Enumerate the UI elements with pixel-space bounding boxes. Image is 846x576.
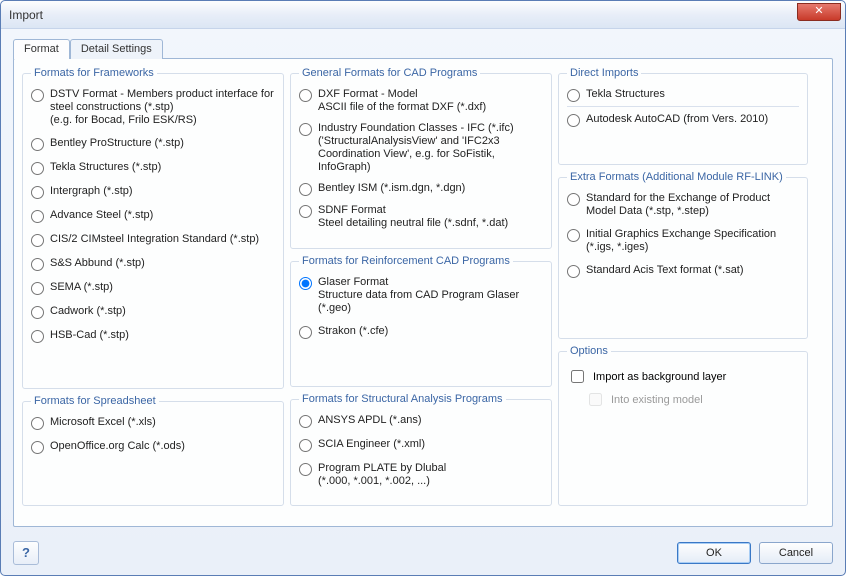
- radio-sat-input[interactable]: [567, 265, 580, 278]
- tabstrip: Format Detail Settings: [13, 39, 833, 59]
- import-dialog: Import ✕ Format Detail Settings Formats …: [0, 0, 846, 576]
- radio-strakon[interactable]: Strakon (*.cfe): [299, 325, 543, 339]
- radio-sat[interactable]: Standard Acis Text format (*.sat): [567, 264, 799, 278]
- radio-plate-input[interactable]: [299, 463, 312, 476]
- tab-format[interactable]: Format: [13, 39, 70, 59]
- radio-scia[interactable]: SCIA Engineer (*.xml): [299, 438, 543, 452]
- radio-bentley-ism-input[interactable]: [299, 183, 312, 196]
- group-structural-legend: Formats for Structural Analysis Programs: [299, 393, 506, 405]
- radio-cadwork-input[interactable]: [31, 306, 44, 319]
- radio-hsb-cad-input[interactable]: [31, 330, 44, 343]
- column-3: Direct Imports Tekla Structures Autodesk…: [558, 67, 808, 506]
- group-frameworks: Formats for Frameworks DSTV Format - Mem…: [22, 67, 284, 389]
- dialog-footer: ? OK Cancel: [1, 535, 845, 575]
- group-frameworks-legend: Formats for Frameworks: [31, 67, 157, 79]
- checkbox-background-layer-label: Import as background layer: [593, 371, 726, 383]
- radio-strakon-input[interactable]: [299, 326, 312, 339]
- help-icon: ?: [22, 545, 30, 560]
- group-extra-legend: Extra Formats (Additional Module RF-LINK…: [567, 171, 786, 183]
- help-button[interactable]: ?: [13, 541, 39, 565]
- radio-bentley-prostructure[interactable]: Bentley ProStructure (*.stp): [31, 137, 275, 151]
- radio-step[interactable]: Standard for the Exchange of Product Mod…: [567, 192, 799, 218]
- radio-cis2[interactable]: CIS/2 CIMsteel Integration Standard (*.s…: [31, 233, 275, 247]
- radio-glaser[interactable]: Glaser Format Structure data from CAD Pr…: [299, 276, 543, 315]
- radio-glaser-input[interactable]: [299, 277, 312, 290]
- radio-scia-input[interactable]: [299, 439, 312, 452]
- ok-button[interactable]: OK: [677, 542, 751, 564]
- divider: [567, 106, 799, 107]
- checkbox-background-layer[interactable]: Import as background layer: [567, 367, 799, 386]
- radio-tekla-direct-input[interactable]: [567, 89, 580, 102]
- column-2: General Formats for CAD Programs DXF For…: [290, 67, 552, 506]
- radio-excel-input[interactable]: [31, 417, 44, 430]
- group-direct-legend: Direct Imports: [567, 67, 641, 79]
- radio-cadwork[interactable]: Cadwork (*.stp): [31, 305, 275, 319]
- radio-iges[interactable]: Initial Graphics Exchange Specification …: [567, 228, 799, 254]
- group-direct: Direct Imports Tekla Structures Autodesk…: [558, 67, 808, 165]
- titlebar: Import ✕: [1, 1, 845, 29]
- radio-sdnf-label: SDNF Format Steel detailing neutral file…: [318, 204, 508, 230]
- radio-excel[interactable]: Microsoft Excel (*.xls): [31, 416, 275, 430]
- radio-glaser-label: Glaser Format Structure data from CAD Pr…: [318, 276, 543, 315]
- radio-ansys[interactable]: ANSYS APDL (*.ans): [299, 414, 543, 428]
- radio-ansys-input[interactable]: [299, 415, 312, 428]
- column-1: Formats for Frameworks DSTV Format - Mem…: [22, 67, 284, 506]
- window-title: Import: [9, 8, 43, 22]
- radio-dstv-label: DSTV Format - Members product interface …: [50, 88, 275, 127]
- radio-intergraph[interactable]: Intergraph (*.stp): [31, 185, 275, 199]
- radio-sdnf-input[interactable]: [299, 205, 312, 218]
- group-reinforcement-legend: Formats for Reinforcement CAD Programs: [299, 255, 513, 267]
- cancel-button[interactable]: Cancel: [759, 542, 833, 564]
- radio-openoffice-input[interactable]: [31, 441, 44, 454]
- radio-autocad[interactable]: Autodesk AutoCAD (from Vers. 2010): [567, 113, 799, 127]
- radio-ifc-input[interactable]: [299, 123, 312, 136]
- group-options-legend: Options: [567, 345, 611, 357]
- radio-hsb-cad[interactable]: HSB-Cad (*.stp): [31, 329, 275, 343]
- checkbox-into-existing-label: Into existing model: [611, 394, 703, 406]
- radio-sema-input[interactable]: [31, 282, 44, 295]
- group-spreadsheet: Formats for Spreadsheet Microsoft Excel …: [22, 395, 284, 506]
- radio-intergraph-input[interactable]: [31, 186, 44, 199]
- group-reinforcement: Formats for Reinforcement CAD Programs G…: [290, 255, 552, 387]
- radio-openoffice[interactable]: OpenOffice.org Calc (*.ods): [31, 440, 275, 454]
- dialog-body: Format Detail Settings Formats for Frame…: [1, 29, 845, 535]
- radio-plate-label: Program PLATE by Dlubal (*.000, *.001, *…: [318, 462, 446, 488]
- radio-cis2-input[interactable]: [31, 234, 44, 247]
- radio-dxf[interactable]: DXF Format - Model ASCII file of the for…: [299, 88, 543, 114]
- group-options: Options Import as background layer Into …: [558, 345, 808, 506]
- radio-advance-steel-input[interactable]: [31, 210, 44, 223]
- radio-ifc[interactable]: Industry Foundation Classes - IFC (*.ifc…: [299, 122, 543, 174]
- radio-dstv-input[interactable]: [31, 89, 44, 102]
- radio-tekla-direct[interactable]: Tekla Structures: [567, 88, 799, 102]
- radio-advance-steel[interactable]: Advance Steel (*.stp): [31, 209, 275, 223]
- checkbox-into-existing: Into existing model: [585, 390, 799, 409]
- checkbox-into-existing-input: [589, 393, 602, 406]
- radio-sdnf[interactable]: SDNF Format Steel detailing neutral file…: [299, 204, 543, 230]
- radio-autocad-input[interactable]: [567, 114, 580, 127]
- group-spreadsheet-legend: Formats for Spreadsheet: [31, 395, 159, 407]
- radio-tekla-stp[interactable]: Tekla Structures (*.stp): [31, 161, 275, 175]
- radio-dstv[interactable]: DSTV Format - Members product interface …: [31, 88, 275, 127]
- tab-detail-settings[interactable]: Detail Settings: [70, 39, 163, 59]
- radio-dxf-label: DXF Format - Model ASCII file of the for…: [318, 88, 486, 114]
- radio-bentley-prostructure-input[interactable]: [31, 138, 44, 151]
- radio-bentley-ism[interactable]: Bentley ISM (*.ism.dgn, *.dgn): [299, 182, 543, 196]
- radio-sema[interactable]: SEMA (*.stp): [31, 281, 275, 295]
- group-extra: Extra Formats (Additional Module RF-LINK…: [558, 171, 808, 339]
- radio-ss-abbund-input[interactable]: [31, 258, 44, 271]
- checkbox-background-layer-input[interactable]: [571, 370, 584, 383]
- tab-content-format: Formats for Frameworks DSTV Format - Mem…: [13, 58, 833, 527]
- group-cad-legend: General Formats for CAD Programs: [299, 67, 480, 79]
- group-cad: General Formats for CAD Programs DXF For…: [290, 67, 552, 249]
- group-structural: Formats for Structural Analysis Programs…: [290, 393, 552, 506]
- radio-ifc-label: Industry Foundation Classes - IFC (*.ifc…: [318, 122, 543, 174]
- radio-ss-abbund[interactable]: S&S Abbund (*.stp): [31, 257, 275, 271]
- radio-dxf-input[interactable]: [299, 89, 312, 102]
- radio-iges-input[interactable]: [567, 229, 580, 242]
- radio-step-input[interactable]: [567, 193, 580, 206]
- close-button[interactable]: ✕: [797, 3, 841, 21]
- radio-plate[interactable]: Program PLATE by Dlubal (*.000, *.001, *…: [299, 462, 543, 488]
- radio-tekla-stp-input[interactable]: [31, 162, 44, 175]
